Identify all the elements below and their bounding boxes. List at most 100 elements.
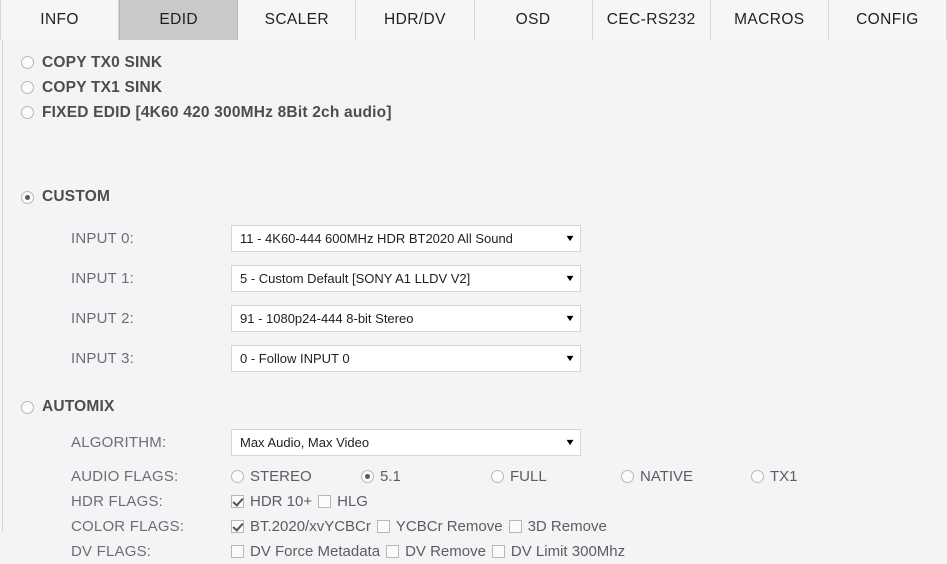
tab-info[interactable]: INFO <box>0 0 120 40</box>
algorithm-select-value: Max Audio, Max Video <box>240 434 370 450</box>
tab-scaler[interactable]: SCALER <box>238 0 357 40</box>
chevron-down-icon: ▼ <box>564 352 576 363</box>
automix-mode-label: AUTOMIX <box>42 398 115 415</box>
audio-flags-option[interactable]: FULL <box>491 468 615 485</box>
radio-icon[interactable] <box>491 470 504 483</box>
input-2-select[interactable]: 91 - 1080p24-444 8-bit Stereo ▼ <box>231 304 581 332</box>
algorithm-label: ALGORITHM: <box>71 433 167 451</box>
checkbox-icon[interactable] <box>231 545 244 558</box>
checkbox-icon[interactable] <box>318 495 332 508</box>
input-0-select[interactable]: 11 - 4K60-444 600MHz HDR BT2020 All Soun… <box>231 224 581 252</box>
chevron-down-icon: ▼ <box>564 232 576 243</box>
tab-label: CONFIG <box>856 11 919 28</box>
dv-flags-row: DV FLAGS: DV Force Metadata DV Remove DV Li… <box>71 539 804 564</box>
audio-flags-option-label: STEREO <box>250 468 312 485</box>
dv-flags-label: DV FLAGS: <box>71 543 152 560</box>
input-3-select[interactable]: 0 - Follow INPUT 0 ▼ <box>231 344 581 372</box>
dv-flags-option[interactable]: DV Limit 300Mhz <box>491 543 626 560</box>
chevron-down-icon: ▼ <box>564 312 576 323</box>
custom-mode-radio-option[interactable]: CUSTOM <box>21 188 110 206</box>
edid-mode-label: COPY TX1 SINK <box>42 78 163 96</box>
input-label: INPUT 1: <box>71 269 135 287</box>
checkbox-icon[interactable] <box>508 520 522 533</box>
radio-icon[interactable] <box>21 56 34 69</box>
input-1-select[interactable]: 5 - Custom Default [SONY A1 LLDV V2] ▼ <box>231 264 581 292</box>
radio-icon[interactable] <box>21 106 34 119</box>
automix-mode-radio-option[interactable]: AUTOMIX <box>21 398 115 416</box>
color-flags-option[interactable]: BT.2020/xvYCBCr <box>231 518 371 535</box>
edid-mode-option[interactable]: FIXED EDID [4K60 420 300MHz 8Bit 2ch aud… <box>21 100 392 125</box>
dv-flags-option-label: DV Limit 300Mhz <box>510 543 626 560</box>
input-label: INPUT 0: <box>71 229 135 247</box>
color-flags-option-label: BT.2020/xvYCBCr <box>250 518 371 535</box>
custom-input-list: INPUT 0: 11 - 4K60-444 600MHz HDR BT2020 … <box>71 218 581 378</box>
color-flags-option[interactable]: YCBCr Remove <box>376 518 503 535</box>
audio-flags-label: AUDIO FLAGS: <box>71 468 179 485</box>
checkbox-icon[interactable] <box>386 545 400 558</box>
tab-label: HDR/DV <box>384 11 446 28</box>
hdr-flags-label: HDR FLAGS: <box>71 493 164 510</box>
tab-label: INFO <box>40 11 79 28</box>
edid-mode-option[interactable]: COPY TX0 SINK <box>21 50 392 75</box>
tab-label: EDID <box>159 11 198 28</box>
audio-flags-option-label: NATIVE <box>640 468 694 485</box>
dv-flags-option[interactable]: DV Remove <box>386 543 486 560</box>
hdr-flags-row: HDR FLAGS: HDR 10+ HLG <box>71 489 804 514</box>
audio-flags-option[interactable]: TX1 <box>751 468 798 485</box>
edid-mode-radio-group: COPY TX0 SINK COPY TX1 SINK FIXED EDID [4K… <box>21 50 392 125</box>
audio-flags-option[interactable]: NATIVE <box>621 468 745 485</box>
algorithm-select[interactable]: Max Audio, Max Video ▼ <box>231 428 581 456</box>
tab-label: MACROS <box>734 11 805 28</box>
hdr-flags-option[interactable]: HDR 10+ <box>231 493 312 510</box>
tab-osd[interactable]: OSD <box>474 0 593 40</box>
tab-hdr-dv[interactable]: HDR/DV <box>356 0 475 40</box>
radio-icon[interactable] <box>751 470 764 483</box>
dv-flags-option-label: DV Force Metadata <box>250 543 381 560</box>
color-flags-option-label: 3D Remove <box>527 518 607 535</box>
color-flags-option-label: YCBCr Remove <box>395 518 503 535</box>
edid-mode-label: FIXED EDID [4K60 420 300MHz 8Bit 2ch aud… <box>42 103 392 121</box>
audio-flags-row: AUDIO FLAGS: STEREO 5.1 FULL NATIVE TX1 <box>71 464 804 489</box>
radio-icon-automix[interactable] <box>21 400 34 414</box>
hdr-flags-option-label: HDR 10+ <box>250 493 313 510</box>
hdr-flags-option[interactable]: HLG <box>318 493 368 510</box>
audio-flags-option[interactable]: STEREO <box>231 468 355 485</box>
input-row: INPUT 1: 5 - Custom Default [SONY A1 LLDV… <box>71 258 581 298</box>
checkbox-icon[interactable] <box>231 520 244 533</box>
input-0-select-value: 11 - 4K60-444 600MHz HDR BT2020 All Soun… <box>240 230 513 246</box>
dv-flags-option[interactable]: DV Force Metadata <box>231 543 380 560</box>
audio-flags-option-label: FULL <box>510 468 547 485</box>
checkbox-icon[interactable] <box>376 520 390 533</box>
radio-icon[interactable] <box>361 470 374 483</box>
tab-label: SCALER <box>264 11 330 28</box>
input-row: INPUT 2: 91 - 1080p24-444 8-bit Stereo ▼ <box>71 298 581 338</box>
edid-panel: COPY TX0 SINK COPY TX1 SINK FIXED EDID [4K… <box>2 40 947 560</box>
checkbox-icon[interactable] <box>491 545 505 558</box>
edid-mode-label: COPY TX0 SINK <box>42 53 163 71</box>
audio-flags-option-label: TX1 <box>770 468 798 485</box>
edid-mode-option[interactable]: COPY TX1 SINK <box>21 75 392 100</box>
color-flags-label: COLOR FLAGS: <box>71 518 185 535</box>
tab-cec-rs232[interactable]: CEC-RS232 <box>592 0 711 40</box>
dv-flags-option-label: DV Remove <box>405 543 486 560</box>
radio-icon[interactable] <box>621 470 634 483</box>
custom-mode-label: CUSTOM <box>42 188 111 205</box>
color-flags-row: COLOR FLAGS: BT.2020/xvYCBCr YCBCr Remove 3… <box>71 514 804 539</box>
radio-icon[interactable] <box>231 470 244 483</box>
flag-rows: AUDIO FLAGS: STEREO 5.1 FULL NATIVE TX1 HDR FL… <box>71 464 804 564</box>
audio-flags-option[interactable]: 5.1 <box>361 468 485 485</box>
chevron-down-icon: ▼ <box>564 436 576 447</box>
input-2-select-value: 91 - 1080p24-444 8-bit Stereo <box>240 310 414 326</box>
radio-icon-custom[interactable] <box>21 190 34 204</box>
tab-bar: INFO EDID SCALER HDR/DV OSD CEC-RS232 MACROS CO… <box>0 0 947 40</box>
input-label: INPUT 2: <box>71 309 135 327</box>
checkbox-icon[interactable] <box>231 495 244 508</box>
tab-edid[interactable]: EDID <box>119 0 239 40</box>
tab-label: CEC-RS232 <box>606 11 696 28</box>
radio-icon[interactable] <box>21 81 34 94</box>
tab-macros[interactable]: MACROS <box>710 0 829 40</box>
tab-label: OSD <box>515 11 551 28</box>
input-row: INPUT 3: 0 - Follow INPUT 0 ▼ <box>71 338 581 378</box>
color-flags-option[interactable]: 3D Remove <box>508 518 607 535</box>
tab-config[interactable]: CONFIG <box>828 0 947 40</box>
